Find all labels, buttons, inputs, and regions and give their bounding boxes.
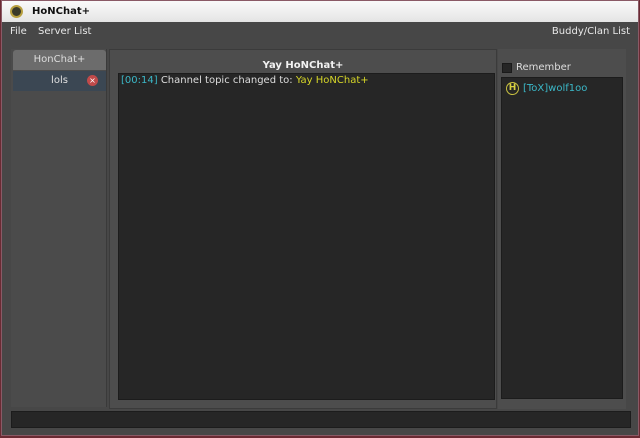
buddy-list: H [ToX]wolf1oo [501,77,623,399]
tab-label: lols [51,75,68,86]
tab-lols[interactable]: lols × [13,71,106,91]
menu-buddy-clan-list[interactable]: Buddy/Clan List [552,26,630,37]
chat-log[interactable]: [00:14] Channel topic changed to: Yay Ho… [118,73,495,400]
app-icon [10,5,23,18]
channel-tabs: HonChat+ lols × [11,49,107,407]
topic-text: Yay HoNChat+ [295,75,369,86]
close-icon[interactable]: × [87,75,98,86]
menu-bar: File Server List Buddy/Clan List [2,23,638,41]
channel-panel: Yay HoNChat+ [00:14] Channel topic chang… [109,49,497,409]
buddy-item[interactable]: H [ToX]wolf1oo [506,82,587,95]
chat-message: [00:14] Channel topic changed to: Yay Ho… [121,75,492,86]
tab-honchat[interactable]: HonChat+ [13,50,106,70]
tab-label: HonChat+ [33,54,86,65]
app-window: HoNChat+ File Server List Buddy/Clan Lis… [1,0,639,436]
title-bar: HoNChat+ [2,1,638,22]
message-input[interactable] [11,411,631,428]
message-text: Channel topic changed to: [160,75,293,86]
menu-file[interactable]: File [10,26,27,37]
menu-server-list[interactable]: Server List [38,26,91,37]
remember-label: Remember [516,62,571,73]
channel-header: Yay HoNChat+ [262,60,344,71]
remember-checkbox[interactable] [502,63,512,73]
window-title: HoNChat+ [32,6,90,17]
timestamp: [00:14] [121,75,158,86]
buddy-name: [ToX]wolf1oo [523,83,588,94]
hon-badge-icon: H [506,82,519,95]
buddy-panel: Remember H [ToX]wolf1oo [498,49,626,409]
